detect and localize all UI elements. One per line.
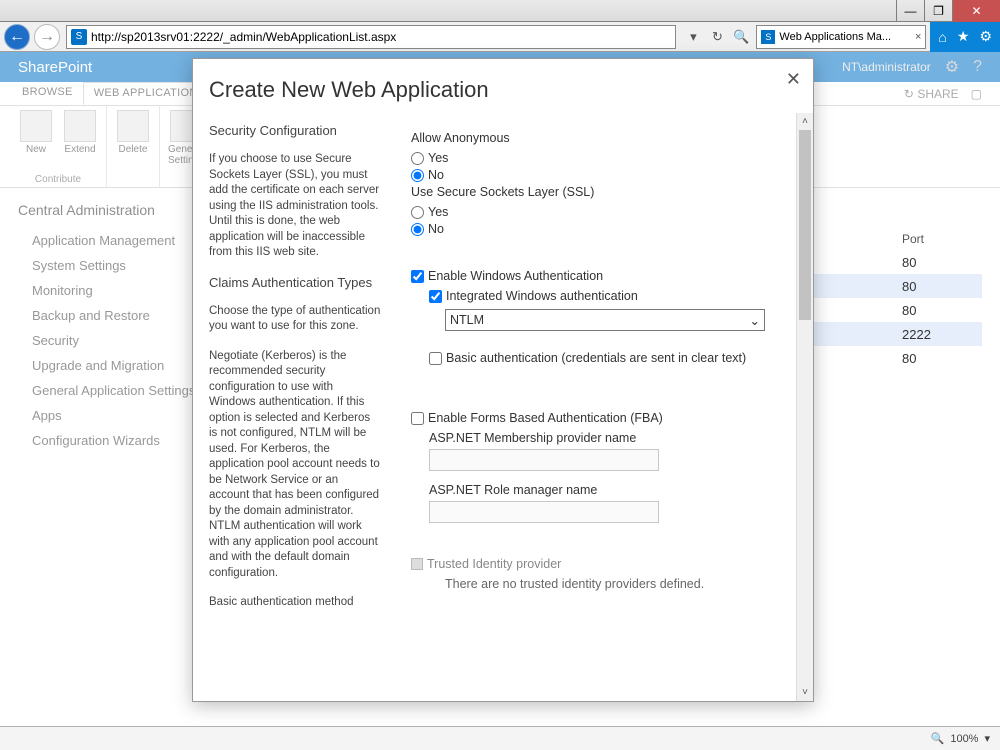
allow-anonymous-label: Allow Anonymous [411,131,807,145]
auth-method-select[interactable]: NTLM ⌄ [445,309,765,331]
refresh-icon[interactable]: ↻ [706,26,728,48]
window-restore-button[interactable]: ❐ [924,0,952,22]
modal-close-button[interactable]: ✕ [786,69,801,90]
scroll-down-arrow[interactable]: ˅ [797,684,813,701]
search-icon[interactable]: 🔍 [730,26,752,48]
zoom-level[interactable]: 100% [950,733,978,745]
scroll-thumb[interactable] [799,130,811,320]
window-close-button[interactable]: ✕ [952,0,1000,22]
browser-tools: ⌂ ★ ⚙ [930,22,1000,52]
anon-no-radio[interactable] [411,169,424,182]
new-button[interactable]: New [18,110,54,155]
url-text: http://sp2013srv01:2222/_admin/WebApplic… [91,30,396,44]
delete-button[interactable]: Delete [115,110,151,155]
scroll-up-arrow[interactable]: ˄ [797,113,813,130]
enable-windows-auth-checkbox[interactable] [411,270,424,283]
anon-yes-radio[interactable] [411,152,424,165]
group-contribute: Contribute [35,174,81,185]
claims-text-2: Negotiate (Kerberos) is the recommended … [209,349,381,582]
modal-scrollbar[interactable]: ˄ ˅ [796,113,813,701]
col-port[interactable]: Port [902,232,982,246]
forward-button[interactable]: → [34,24,60,50]
no-trusted-text: There are no trusted identity providers … [445,577,807,591]
sharepoint-favicon: S [71,29,87,45]
claims-text-3: Basic authentication method [209,595,381,611]
claims-auth-heading: Claims Authentication Types [209,275,381,290]
browser-tab[interactable]: S Web Applications Ma... × [756,25,926,49]
ssl-no-radio[interactable] [411,223,424,236]
modal-title: Create New Web Application [193,59,813,117]
home-icon[interactable]: ⌂ [938,29,946,45]
security-config-text: If you choose to use Secure Sockets Laye… [209,152,381,261]
tools-icon[interactable]: ⚙ [979,28,992,45]
stop-icon[interactable]: ▾ [682,26,704,48]
auth-method-value: NTLM [450,313,484,327]
browser-toolbar: ← → S http://sp2013srv01:2222/_admin/Web… [0,22,1000,52]
window-title-bar: — ❐ ✕ [0,0,1000,22]
membership-label: ASP.NET Membership provider name [429,431,807,445]
trusted-identity-checkbox: Trusted Identity provider [411,557,807,571]
extend-button[interactable]: Extend [62,110,98,155]
membership-input[interactable] [429,449,659,471]
basic-auth-checkbox[interactable] [429,352,442,365]
tab-close-icon[interactable]: × [915,31,921,43]
security-config-heading: Security Configuration [209,123,381,138]
address-bar[interactable]: S http://sp2013srv01:2222/_admin/WebAppl… [66,25,676,49]
zoom-dropdown-icon[interactable]: ▾ [984,732,990,745]
claims-text-1: Choose the type of authentication you wa… [209,304,381,335]
ssl-label: Use Secure Sockets Layer (SSL) [411,185,807,199]
create-web-app-modal: ✕ Create New Web Application Security Co… [192,58,814,702]
ssl-yes-radio[interactable] [411,206,424,219]
modal-description-pane: Security Configuration If you choose to … [193,113,391,701]
chevron-down-icon: ⌄ [750,313,760,328]
status-bar: 🔍 100% ▾ [0,726,1000,750]
role-manager-label: ASP.NET Role manager name [429,483,807,497]
back-button[interactable]: ← [4,24,30,50]
tab-title: Web Applications Ma... [779,31,891,43]
integrated-windows-checkbox[interactable] [429,290,442,303]
role-manager-input[interactable] [429,501,659,523]
favorites-icon[interactable]: ★ [957,28,970,45]
sharepoint-favicon: S [761,30,775,44]
enable-fba-checkbox[interactable] [411,412,424,425]
modal-form-pane: Allow Anonymous Yes No Use Secure Socket… [391,113,813,701]
window-minimize-button[interactable]: — [896,0,924,22]
zoom-icon[interactable]: 🔍 [931,732,945,745]
